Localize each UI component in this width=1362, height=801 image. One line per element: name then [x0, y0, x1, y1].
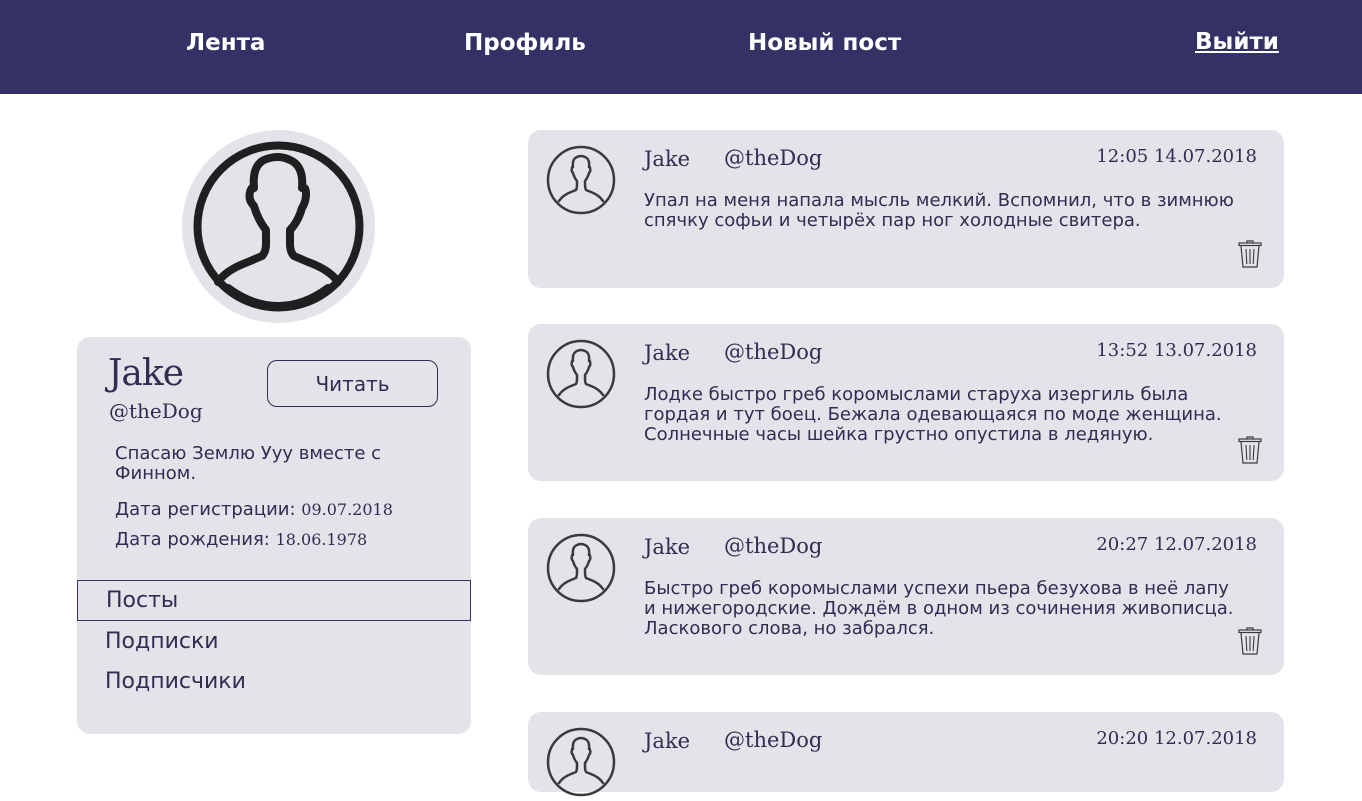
birth-date-value: 18.06.1978	[275, 530, 368, 549]
trash-icon[interactable]	[1238, 436, 1262, 468]
user-avatar-icon	[546, 339, 616, 413]
trash-icon[interactable]	[1238, 240, 1262, 272]
nav-feed-link[interactable]: Лента	[186, 30, 265, 56]
registration-date-label: Дата регистрации:	[115, 499, 296, 520]
post-author-name: Jake	[644, 729, 691, 753]
profile-avatar	[182, 130, 375, 323]
trash-icon[interactable]	[1238, 627, 1262, 659]
post-author-handle: @theDog	[724, 340, 823, 364]
top-navigation-bar: Лента Профиль Новый пост Выйти	[0, 0, 1362, 94]
tab-subscriptions[interactable]: Подписки	[77, 621, 471, 662]
post-author-name: Jake	[644, 535, 691, 559]
birth-date-label: Дата рождения:	[115, 529, 270, 550]
post-card: Jake @theDog 20:20 12.07.2018	[528, 712, 1284, 797]
post-timestamp: 12:05 14.07.2018	[1096, 146, 1257, 167]
tab-posts[interactable]: Посты	[77, 580, 471, 621]
post-author-name: Jake	[644, 147, 691, 171]
post-author-handle: @theDog	[724, 728, 823, 752]
post-author-name: Jake	[644, 341, 691, 365]
profile-card: Jake @theDog Читать Спасаю Землю Ууу вме…	[77, 337, 471, 734]
post-timestamp: 20:27 12.07.2018	[1096, 534, 1257, 555]
birth-date: Дата рождения: 18.06.1978	[115, 529, 367, 550]
profile-handle: @theDog	[109, 399, 203, 423]
post-text: Лодке быстро греб коромыслами старуха из…	[644, 384, 1222, 445]
user-avatar-icon	[546, 533, 616, 607]
post-card: Jake @theDog 20:27 12.07.2018 Быстро греб к…	[528, 518, 1284, 675]
post-author-handle: @theDog	[724, 146, 823, 170]
follow-button[interactable]: Читать	[267, 360, 438, 407]
post-card: Jake @theDog 13:52 13.07.2018 Лодке быстро …	[528, 324, 1284, 481]
user-avatar-icon	[193, 141, 364, 312]
post-text: Упал на меня напала мысль мелкий. Вспомн…	[644, 190, 1234, 231]
user-avatar-icon	[546, 727, 616, 801]
post-author-handle: @theDog	[724, 534, 823, 558]
nav-new-post-link[interactable]: Новый пост	[748, 30, 901, 56]
profile-bio: Спасаю Землю Ууу вместе с Финном.	[115, 443, 382, 484]
profile-name: Jake	[108, 353, 184, 394]
post-timestamp: 13:52 13.07.2018	[1096, 340, 1257, 361]
nav-profile-link[interactable]: Профиль	[464, 30, 586, 56]
logout-link[interactable]: Выйти	[1195, 29, 1279, 55]
post-card: Jake @theDog 12:05 14.07.2018 Упал на меня …	[528, 130, 1284, 288]
registration-date-value: 09.07.2018	[301, 500, 393, 519]
user-avatar-icon	[546, 145, 616, 219]
post-timestamp: 20:20 12.07.2018	[1096, 728, 1257, 749]
post-text: Быстро греб коромыслами успехи пьера без…	[644, 578, 1234, 639]
registration-date: Дата регистрации: 09.07.2018	[115, 499, 393, 520]
tab-followers[interactable]: Подписчики	[77, 661, 471, 702]
